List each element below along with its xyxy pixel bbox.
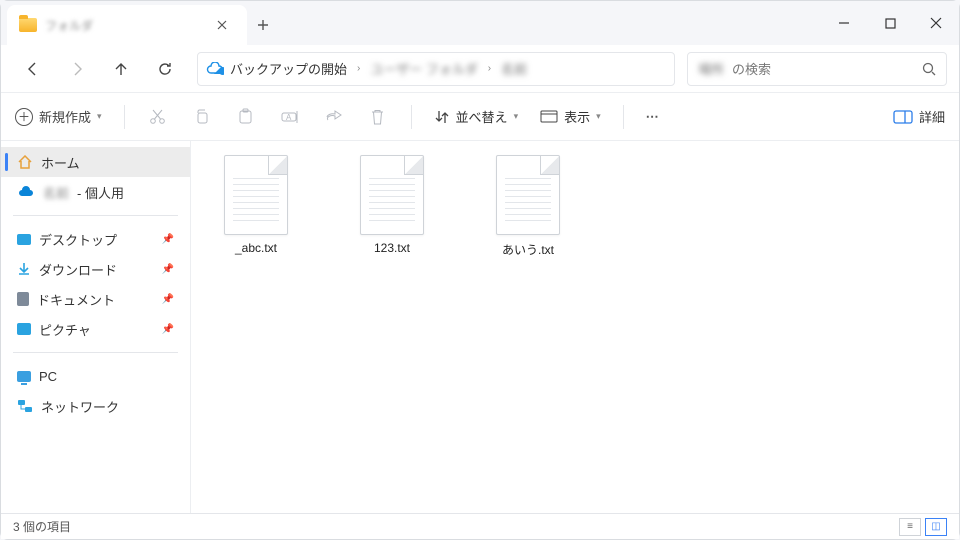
file-item[interactable]: _abc.txt xyxy=(211,155,301,499)
search-input[interactable]: 場所 の検索 xyxy=(687,52,947,86)
text-file-icon xyxy=(496,155,560,235)
sort-label: 並べ替え xyxy=(456,107,508,126)
separator xyxy=(411,105,412,129)
desktop-icon xyxy=(17,234,31,245)
up-button[interactable] xyxy=(101,51,141,87)
file-name: 123.txt xyxy=(374,241,410,255)
search-scope: 場所 xyxy=(698,59,724,78)
text-file-icon xyxy=(224,155,288,235)
share-icon[interactable] xyxy=(323,106,345,128)
more-button[interactable]: ⋯ xyxy=(646,109,661,125)
sidebar-label-pc: PC xyxy=(39,369,57,384)
document-icon xyxy=(17,292,29,306)
sidebar-label-pictures: ピクチャ xyxy=(39,320,91,339)
pictures-icon xyxy=(17,323,31,335)
separator xyxy=(13,352,178,353)
sidebar-label-network: ネットワーク xyxy=(41,397,119,416)
separator xyxy=(623,105,624,129)
close-window-button[interactable] xyxy=(913,1,959,45)
details-label: 詳細 xyxy=(919,107,945,126)
file-item[interactable]: 123.txt xyxy=(347,155,437,499)
titlebar: フォルダ xyxy=(1,1,959,45)
file-name: _abc.txt xyxy=(235,241,277,255)
cloud-icon xyxy=(17,186,35,198)
sidebar-item-network[interactable]: ネットワーク xyxy=(1,391,190,421)
pc-icon xyxy=(17,371,31,382)
item-count: 3 個の項目 xyxy=(13,518,71,535)
search-icon xyxy=(922,62,936,76)
view-label: 表示 xyxy=(564,107,590,126)
chevron-right-icon: › xyxy=(353,63,364,74)
details-pane-button[interactable]: 詳細 xyxy=(893,107,945,126)
pin-icon: 📌 xyxy=(162,264,174,275)
separator xyxy=(124,105,125,129)
folder-icon xyxy=(19,18,37,32)
new-tab-button[interactable] xyxy=(247,5,279,45)
sidebar-label-documents: ドキュメント xyxy=(37,290,115,309)
sidebar-onedrive-name: 名前 xyxy=(43,183,69,202)
body: ホーム 名前 - 個人用 デスクトップ 📌 ダウンロード 📌 ドキュメント 📌 … xyxy=(1,141,959,513)
file-item[interactable]: あいう.txt xyxy=(483,155,573,499)
sidebar-onedrive-suffix: - 個人用 xyxy=(77,183,124,202)
details-pane-icon xyxy=(893,110,913,124)
sort-button[interactable]: 並べ替え ▾ xyxy=(434,107,519,126)
sidebar-item-documents[interactable]: ドキュメント 📌 xyxy=(1,284,190,314)
sidebar-item-pictures[interactable]: ピクチャ 📌 xyxy=(1,314,190,344)
search-suffix: の検索 xyxy=(732,59,771,78)
sidebar-label-home: ホーム xyxy=(41,153,80,172)
sidebar: ホーム 名前 - 個人用 デスクトップ 📌 ダウンロード 📌 ドキュメント 📌 … xyxy=(1,141,191,513)
file-name: あいう.txt xyxy=(502,241,554,258)
window-controls xyxy=(821,1,959,45)
home-icon xyxy=(17,155,33,169)
network-icon xyxy=(17,399,33,413)
chevron-down-icon: ▾ xyxy=(97,111,102,122)
pin-icon: 📌 xyxy=(162,234,174,245)
text-file-icon xyxy=(360,155,424,235)
pin-icon: 📌 xyxy=(162,324,174,335)
svg-text:A: A xyxy=(286,113,292,122)
sidebar-item-downloads[interactable]: ダウンロード 📌 xyxy=(1,254,190,284)
status-bar: 3 個の項目 ≡ ◫ xyxy=(1,513,959,539)
copy-icon[interactable] xyxy=(191,106,213,128)
active-tab[interactable]: フォルダ xyxy=(7,5,247,45)
view-button[interactable]: 表示 ▾ xyxy=(540,107,601,126)
sidebar-item-pc[interactable]: PC xyxy=(1,361,190,391)
new-button[interactable]: ＋ 新規作成 ▾ xyxy=(15,107,102,126)
sidebar-item-onedrive[interactable]: 名前 - 個人用 xyxy=(1,177,190,207)
breadcrumb-backup[interactable]: バックアップの開始 xyxy=(230,59,347,78)
close-tab-button[interactable] xyxy=(209,12,235,38)
cloud-icon xyxy=(206,62,224,76)
sidebar-label-desktop: デスクトップ xyxy=(39,230,117,249)
tab-title: フォルダ xyxy=(45,17,201,34)
plus-circle-icon: ＋ xyxy=(15,108,33,126)
separator xyxy=(13,215,178,216)
chevron-right-icon: › xyxy=(484,63,495,74)
address-bar[interactable]: バックアップの開始 › ユーザー フォルダ › 名前 xyxy=(197,52,675,86)
view-toggles: ≡ ◫ xyxy=(899,518,947,536)
breadcrumb-1[interactable]: ユーザー フォルダ xyxy=(370,59,477,78)
details-view-toggle[interactable]: ≡ xyxy=(899,518,921,536)
download-icon xyxy=(17,262,31,276)
sidebar-label-downloads: ダウンロード xyxy=(39,260,117,279)
minimize-button[interactable] xyxy=(821,1,867,45)
nav-row: バックアップの開始 › ユーザー フォルダ › 名前 場所 の検索 xyxy=(1,45,959,93)
icons-view-toggle[interactable]: ◫ xyxy=(925,518,947,536)
forward-button[interactable] xyxy=(57,51,97,87)
new-label: 新規作成 xyxy=(39,107,91,126)
chevron-down-icon: ▾ xyxy=(596,111,601,122)
delete-icon[interactable] xyxy=(367,106,389,128)
back-button[interactable] xyxy=(13,51,53,87)
maximize-button[interactable] xyxy=(867,1,913,45)
pin-icon: 📌 xyxy=(162,294,174,305)
breadcrumb-2[interactable]: 名前 xyxy=(501,59,527,78)
sidebar-item-home[interactable]: ホーム xyxy=(1,147,190,177)
file-pane[interactable]: _abc.txt 123.txt あいう.txt xyxy=(191,141,959,513)
cut-icon[interactable] xyxy=(147,106,169,128)
chevron-down-icon: ▾ xyxy=(514,111,519,122)
rename-icon[interactable]: A xyxy=(279,106,301,128)
sidebar-item-desktop[interactable]: デスクトップ 📌 xyxy=(1,224,190,254)
paste-icon[interactable] xyxy=(235,106,257,128)
refresh-button[interactable] xyxy=(145,51,185,87)
toolbar: ＋ 新規作成 ▾ A 並べ替え ▾ 表示 ▾ ⋯ 詳細 xyxy=(1,93,959,141)
